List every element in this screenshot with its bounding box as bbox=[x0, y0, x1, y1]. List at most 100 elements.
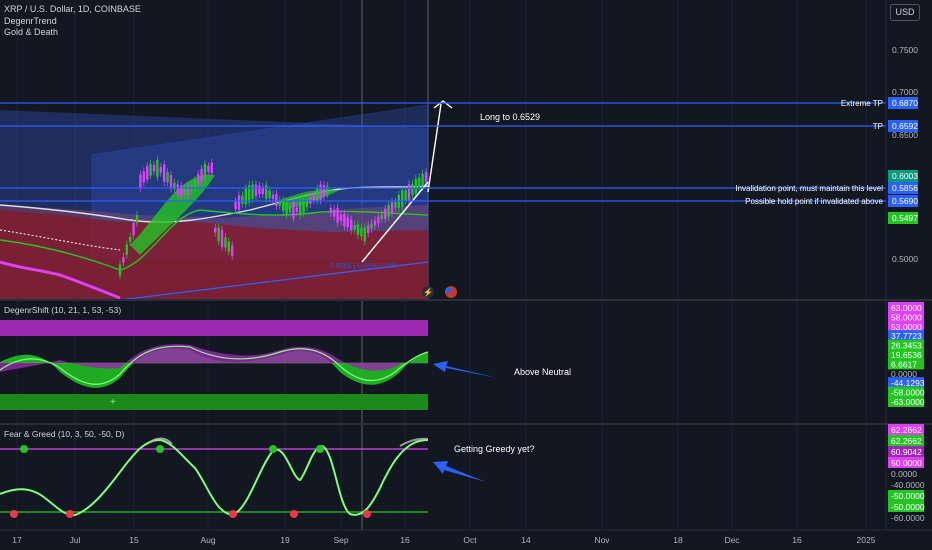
candle-body bbox=[122, 256, 125, 263]
candle-body bbox=[370, 223, 373, 229]
candle-body bbox=[275, 193, 278, 207]
candle-body bbox=[139, 174, 142, 188]
flash-icon-glyph: ⚡ bbox=[423, 287, 433, 297]
candle-body bbox=[254, 184, 258, 197]
scale-label: -50.0000 bbox=[891, 502, 925, 512]
candle-body bbox=[326, 186, 329, 194]
flag-canton bbox=[446, 288, 451, 292]
candle-body bbox=[302, 199, 305, 213]
note-extreme-tp: Extreme TP bbox=[841, 99, 883, 108]
candle-body bbox=[183, 188, 186, 196]
candle-body bbox=[193, 180, 196, 188]
candle-body bbox=[203, 164, 207, 179]
symbol-title[interactable]: XRP / U.S. Dollar, 1D, COINBASE bbox=[4, 4, 141, 14]
degenrshift-scale: 63.000058.000053.000037.772326.345319.65… bbox=[888, 302, 925, 407]
candle-body bbox=[390, 202, 394, 214]
candle-body bbox=[295, 207, 298, 212]
candle-body bbox=[265, 185, 268, 199]
scale-label: -50.0000 bbox=[891, 491, 925, 501]
time-label: 2025 bbox=[857, 535, 876, 545]
scale-label: 62.2662 bbox=[891, 436, 922, 446]
indicator-degenrtrend[interactable]: DegenrTrend bbox=[4, 16, 57, 26]
time-label: Sep bbox=[333, 535, 348, 545]
scale-label: 60.9042 bbox=[891, 447, 922, 457]
time-label: 19 bbox=[280, 535, 290, 545]
candle-body bbox=[214, 227, 217, 233]
lower-band bbox=[0, 394, 428, 410]
candle-body bbox=[251, 184, 254, 199]
candle-body bbox=[231, 245, 234, 256]
scale-label: 50.0000 bbox=[891, 458, 922, 468]
time-label: 16 bbox=[792, 535, 802, 545]
currency-button[interactable]: USD bbox=[890, 4, 920, 21]
scale-label: 0.0000 bbox=[891, 469, 917, 479]
above-neutral-note: Above Neutral bbox=[514, 367, 571, 377]
candle-body bbox=[418, 177, 421, 190]
note-hold: Possible hold point if invalidated above bbox=[745, 197, 883, 206]
candle-body bbox=[312, 194, 315, 201]
candle-body bbox=[414, 178, 417, 194]
candle-body bbox=[220, 229, 224, 248]
candle-body bbox=[156, 159, 159, 177]
candle-body bbox=[285, 201, 288, 215]
time-label: 17 bbox=[12, 535, 22, 545]
time-label: Jul bbox=[70, 535, 81, 545]
candle-body bbox=[207, 166, 210, 172]
indicator-gold-death[interactable]: Gold & Death bbox=[4, 27, 58, 37]
candle-body bbox=[210, 162, 213, 174]
candle-body bbox=[333, 209, 336, 217]
time-label: Dec bbox=[724, 535, 740, 545]
candle-body bbox=[118, 264, 122, 276]
time-label: 15 bbox=[129, 535, 139, 545]
candle-body bbox=[299, 201, 302, 216]
candle-body bbox=[292, 201, 295, 219]
candle-body bbox=[268, 190, 271, 199]
candle-body bbox=[244, 188, 247, 205]
candle-body bbox=[350, 219, 353, 231]
scale-label: -63.0000 bbox=[891, 397, 925, 407]
candle-body bbox=[146, 166, 149, 180]
faint-label: 0.5066 (-0.05%) 0.50 bbox=[330, 263, 396, 270]
candle-body bbox=[401, 190, 404, 207]
fear-greed-title: Fear & Greed (10, 3, 50, -50, D) bbox=[4, 429, 125, 439]
scale-label: -60.0000 bbox=[891, 513, 925, 523]
chart-canvas: ⚡ + 0.7500 0.7000 0.6500 0.5000 0.6870 0… bbox=[0, 0, 932, 550]
price-tag-hold: 0.5690 bbox=[892, 196, 918, 206]
candle-body bbox=[346, 217, 349, 228]
candle-body bbox=[367, 225, 370, 233]
price-tick: 0.7500 bbox=[892, 45, 918, 55]
price-tag-tp: 0.6592 bbox=[892, 121, 918, 131]
upper-band bbox=[0, 320, 428, 336]
candle-body bbox=[125, 244, 128, 255]
candle-body bbox=[387, 204, 390, 217]
candle-body bbox=[319, 184, 322, 201]
candle-body bbox=[363, 227, 366, 242]
candle-body bbox=[329, 208, 332, 214]
price-tick: 0.5000 bbox=[892, 254, 918, 264]
candle-body bbox=[377, 216, 380, 224]
time-label: Aug bbox=[200, 535, 215, 545]
price-tick: 0.7000 bbox=[892, 87, 918, 97]
candle-body bbox=[135, 215, 139, 223]
candle-body bbox=[271, 194, 275, 199]
candle-body bbox=[360, 227, 363, 237]
note-invalidation: Invalidation point, must maintain this l… bbox=[735, 184, 883, 193]
candle-body bbox=[176, 184, 179, 195]
candle-body bbox=[316, 188, 319, 201]
scale-label: -40.0000 bbox=[891, 480, 925, 490]
candle-body bbox=[149, 163, 152, 176]
time-label: Oct bbox=[463, 535, 477, 545]
candle-body bbox=[227, 241, 230, 252]
cross-marker: + bbox=[110, 397, 116, 408]
candle-body bbox=[407, 184, 411, 201]
candle-body bbox=[237, 195, 241, 210]
candle-body bbox=[322, 185, 326, 197]
candle-body bbox=[373, 220, 377, 226]
candle-body bbox=[343, 213, 346, 227]
candle-body bbox=[163, 164, 166, 182]
candle-body bbox=[217, 227, 220, 242]
degenrshift-title: DegenrShift (10, 21, 1, 53, -53) bbox=[4, 305, 121, 315]
candle-body bbox=[234, 201, 237, 210]
callout-long: Long to 0.6529 bbox=[480, 112, 540, 122]
time-label: 18 bbox=[673, 535, 683, 545]
